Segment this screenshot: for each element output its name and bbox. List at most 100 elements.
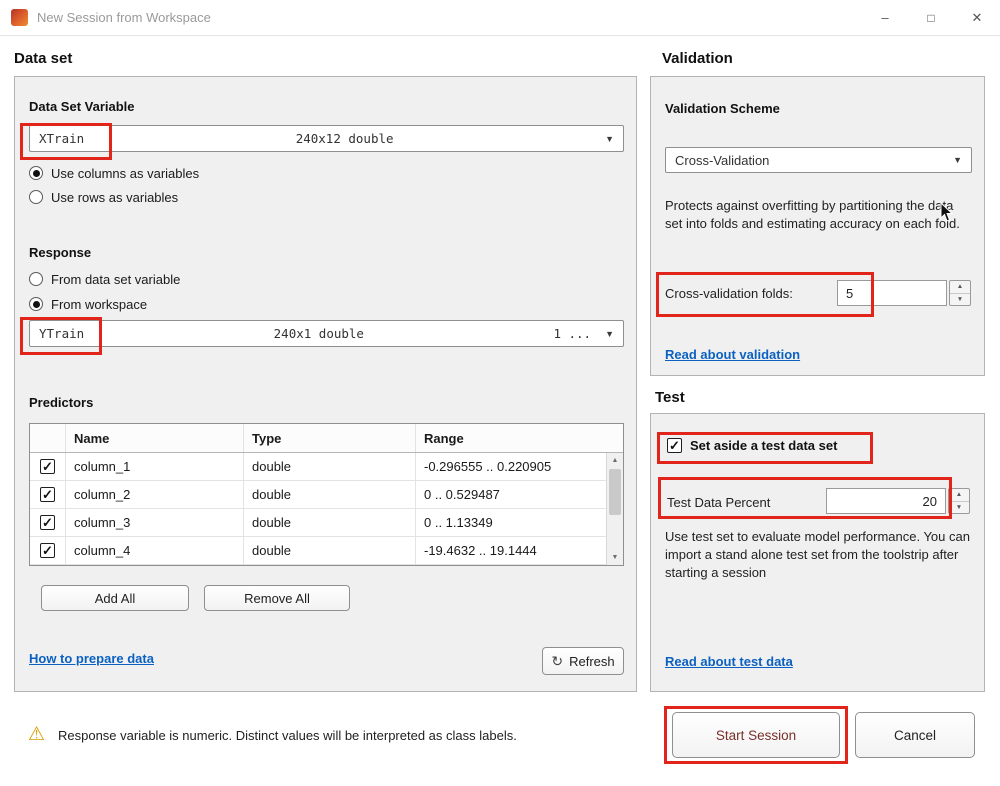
- check-icon: ✓: [42, 488, 53, 501]
- read-about-validation-link[interactable]: Read about validation: [665, 347, 800, 362]
- data-set-variable-dropdown[interactable]: XTrain 240x12 double ▼: [29, 125, 624, 152]
- scroll-up-icon[interactable]: ▲: [607, 453, 623, 468]
- data-set-variable-label: Data Set Variable: [29, 99, 135, 114]
- cv-folds-input[interactable]: 5: [837, 280, 947, 306]
- test-description: Use test set to evaluate model performan…: [665, 528, 973, 582]
- close-icon[interactable]: ✕: [954, 0, 1000, 36]
- refresh-icon: ↻: [551, 653, 563, 670]
- minimize-icon[interactable]: –: [862, 0, 908, 36]
- row-checkbox[interactable]: ✓: [40, 515, 55, 530]
- check-icon: ✓: [42, 460, 53, 473]
- test-section-title: Test: [655, 389, 685, 406]
- test-percent-stepper[interactable]: ▲ ▼: [948, 488, 970, 514]
- refresh-button[interactable]: ↻ Refresh: [542, 647, 624, 675]
- radio-unselected-icon[interactable]: [29, 272, 43, 286]
- table-row[interactable]: ✓ column_3 double 0 .. 1.13349: [30, 509, 623, 537]
- predictors-table: Name Type Range ✓ column_1 double -0.296…: [29, 423, 624, 566]
- set-aside-test-checkbox-row[interactable]: ✓ Set aside a test data set: [667, 438, 837, 453]
- radio-use-rows[interactable]: Use rows as variables: [29, 189, 178, 205]
- radio-from-dataset-label: From data set variable: [51, 272, 180, 287]
- validation-description: Protects against overfitting by partitio…: [665, 197, 967, 233]
- cancel-button[interactable]: Cancel: [855, 712, 975, 758]
- table-header-row: Name Type Range: [30, 424, 623, 453]
- validation-scheme-value: Cross-Validation: [675, 153, 769, 168]
- chevron-down-icon[interactable]: ▼: [605, 329, 614, 339]
- cell-range: 0 .. 0.529487: [416, 481, 608, 508]
- remove-all-button[interactable]: Remove All: [204, 585, 350, 611]
- cell-type: double: [244, 453, 416, 480]
- table-row[interactable]: ✓ column_1 double -0.296555 .. 0.220905: [30, 453, 623, 481]
- test-data-percent-label: Test Data Percent: [667, 494, 770, 512]
- radio-use-columns-label: Use columns as variables: [51, 166, 199, 181]
- cv-folds-label: Cross-validation folds:: [665, 285, 793, 303]
- validation-scheme-label: Validation Scheme: [665, 101, 780, 116]
- mouse-cursor: [940, 203, 954, 223]
- radio-from-dataset[interactable]: From data set variable: [29, 271, 180, 287]
- start-session-label: Start Session: [716, 728, 796, 743]
- cell-type: double: [244, 481, 416, 508]
- cell-name: column_1: [66, 453, 244, 480]
- radio-unselected-icon[interactable]: [29, 190, 43, 204]
- dialog-new-session-from-workspace: New Session from Workspace – □ ✕ Data se…: [0, 0, 1000, 786]
- scroll-down-icon[interactable]: ▼: [607, 550, 623, 565]
- warning-icon: ⚠: [28, 723, 45, 746]
- cell-type: double: [244, 509, 416, 536]
- scrollbar-thumb[interactable]: [609, 469, 621, 515]
- window-title: New Session from Workspace: [37, 10, 211, 25]
- cv-folds-stepper[interactable]: ▲ ▼: [949, 280, 971, 306]
- chevron-down-icon[interactable]: ▼: [605, 134, 614, 144]
- title-bar: New Session from Workspace – □ ✕: [0, 0, 1000, 36]
- add-all-button[interactable]: Add All: [41, 585, 189, 611]
- radio-selected-icon[interactable]: [29, 297, 43, 311]
- radio-use-columns[interactable]: Use columns as variables: [29, 165, 199, 181]
- check-icon: ✓: [42, 544, 53, 557]
- response-variable-dropdown[interactable]: YTrain 240x1 double 1 ... ▼: [29, 320, 624, 347]
- window-controls: – □ ✕: [862, 0, 1000, 36]
- cell-range: -19.4632 .. 19.1444: [416, 537, 608, 564]
- remove-all-label: Remove All: [244, 591, 310, 606]
- set-aside-test-checkbox[interactable]: ✓: [667, 438, 682, 453]
- set-aside-test-label: Set aside a test data set: [690, 438, 837, 453]
- start-session-button[interactable]: Start Session: [672, 712, 840, 758]
- cv-folds-value: 5: [846, 286, 853, 301]
- radio-from-workspace[interactable]: From workspace: [29, 296, 147, 312]
- row-checkbox[interactable]: ✓: [40, 543, 55, 558]
- stepper-up-icon[interactable]: ▲: [950, 281, 970, 294]
- stepper-down-icon[interactable]: ▼: [950, 294, 970, 306]
- refresh-label: Refresh: [569, 654, 615, 669]
- radio-use-rows-label: Use rows as variables: [51, 190, 178, 205]
- validation-scheme-dropdown[interactable]: Cross-Validation ▼: [665, 147, 972, 173]
- chevron-down-icon[interactable]: ▼: [953, 155, 962, 165]
- cancel-label: Cancel: [894, 728, 936, 743]
- cell-name: column_3: [66, 509, 244, 536]
- data-set-variable-value: XTrain: [39, 131, 84, 146]
- predictors-label: Predictors: [29, 395, 93, 410]
- radio-from-workspace-label: From workspace: [51, 297, 147, 312]
- test-data-percent-input[interactable]: 20: [826, 488, 946, 514]
- test-panel: ✓ Set aside a test data set Test Data Pe…: [650, 413, 985, 692]
- table-row[interactable]: ✓ column_2 double 0 .. 0.529487: [30, 481, 623, 509]
- header-name: Name: [66, 424, 244, 452]
- row-checkbox[interactable]: ✓: [40, 459, 55, 474]
- cell-name: column_2: [66, 481, 244, 508]
- validation-section-title: Validation: [662, 50, 733, 67]
- row-checkbox[interactable]: ✓: [40, 487, 55, 502]
- read-about-test-data-link[interactable]: Read about test data: [665, 654, 793, 669]
- table-row[interactable]: ✓ column_4 double -19.4632 .. 19.1444: [30, 537, 623, 565]
- radio-selected-icon[interactable]: [29, 166, 43, 180]
- test-data-percent-value: 20: [923, 494, 937, 509]
- cell-name: column_4: [66, 537, 244, 564]
- table-scrollbar[interactable]: ▲ ▼: [606, 453, 623, 565]
- data-set-variable-dims: 240x12 double: [84, 131, 605, 146]
- stepper-down-icon[interactable]: ▼: [949, 502, 969, 514]
- cell-type: double: [244, 537, 416, 564]
- maximize-icon[interactable]: □: [908, 0, 954, 36]
- check-icon: ✓: [669, 439, 680, 452]
- stepper-up-icon[interactable]: ▲: [949, 489, 969, 502]
- dataset-panel: Data Set Variable XTrain 240x12 double ▼…: [14, 76, 637, 692]
- header-range: Range: [416, 424, 608, 452]
- validation-panel: Validation Scheme Cross-Validation ▼ Pro…: [650, 76, 985, 376]
- how-to-prepare-data-link[interactable]: How to prepare data: [29, 651, 154, 666]
- response-variable-value: YTrain: [39, 326, 84, 341]
- check-icon: ✓: [42, 516, 53, 529]
